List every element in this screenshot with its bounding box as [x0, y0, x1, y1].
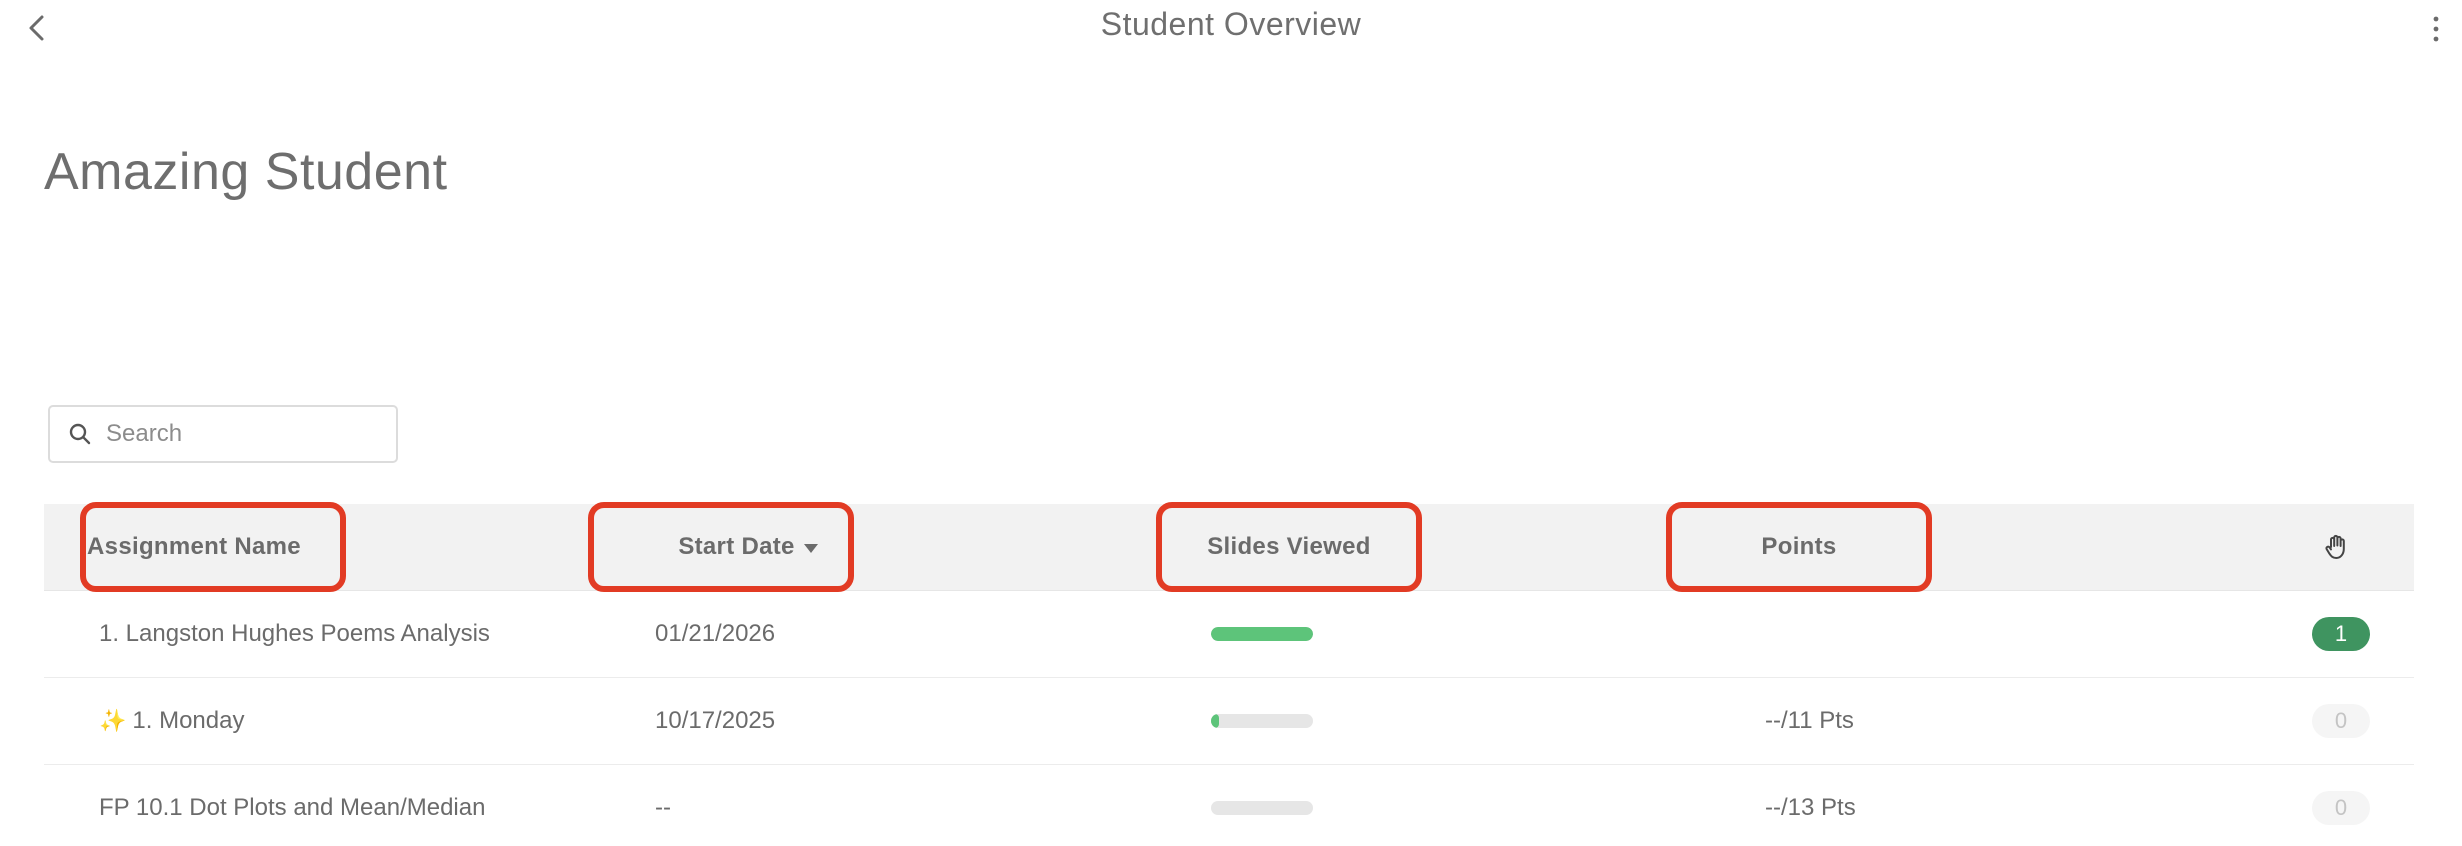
hand-raise-cell: 0	[2312, 765, 2370, 846]
table-row[interactable]: FP 10.1 Dot Plots and Mean/Median -- --/…	[44, 765, 2414, 846]
hand-raise-count-badge[interactable]: 0	[2312, 704, 2370, 738]
slides-viewed-progress-bar	[1211, 714, 1313, 728]
search-input[interactable]	[104, 419, 378, 449]
column-header-label: Points	[1761, 533, 1837, 560]
table-body: 1. Langston Hughes Poems Analysis 01/21/…	[44, 591, 2414, 846]
table-row[interactable]: ✨ 1. Monday 10/17/2025 --/11 Pts 0	[44, 678, 2414, 765]
slides-viewed-progress-bar	[1211, 627, 1313, 641]
slides-viewed-progress-fill	[1211, 714, 1220, 728]
slides-viewed-cell	[1211, 678, 1313, 764]
column-header-label: Assignment Name	[87, 533, 301, 560]
hand-raise-cell: 1	[2312, 591, 2370, 677]
points-cell: --/13 Pts	[1765, 794, 1856, 821]
search-icon	[69, 423, 91, 445]
start-date-cell: --	[655, 794, 671, 821]
table-row[interactable]: 1. Langston Hughes Poems Analysis 01/21/…	[44, 591, 2414, 678]
slides-viewed-cell	[1211, 591, 1313, 677]
column-header-assignment-name[interactable]: Assignment Name	[84, 504, 304, 590]
column-header-points[interactable]: Points	[1666, 504, 1932, 590]
start-date-cell: 10/17/2025	[655, 707, 776, 734]
slides-viewed-progress-fill	[1211, 627, 1313, 641]
more-vertical-icon	[2433, 16, 2439, 42]
column-header-start-date[interactable]: Start Date	[600, 504, 896, 590]
hand-raise-count-badge[interactable]: 1	[2312, 617, 2370, 651]
start-date-cell: 01/21/2026	[655, 620, 776, 647]
student-name-heading: Amazing Student	[44, 143, 448, 201]
column-header-label: Start Date	[678, 533, 795, 560]
assignment-name: 1. Langston Hughes Poems Analysis	[99, 620, 490, 647]
points-cell: --/11 Pts	[1765, 707, 1854, 734]
sparkle-icon: ✨	[99, 708, 127, 733]
page-header-title: Student Overview	[1100, 6, 1362, 42]
slides-viewed-cell	[1211, 765, 1313, 846]
slides-viewed-progress-bar	[1211, 801, 1313, 815]
hand-raise-cell: 0	[2312, 678, 2370, 764]
more-options-button[interactable]	[2426, 12, 2446, 46]
assignment-name-cell: FP 10.1 Dot Plots and Mean/Median	[99, 765, 485, 846]
table-header: Assignment Name Start Date Slides Viewed…	[44, 502, 2414, 592]
student-overview-page: Student Overview Amazing Student Assignm…	[0, 0, 2462, 846]
assignment-name-cell: 1. Langston Hughes Poems Analysis	[99, 591, 490, 677]
assignment-name: 1. Monday	[132, 707, 245, 734]
assignment-name-cell: ✨ 1. Monday	[99, 678, 244, 764]
column-header-slides-viewed[interactable]: Slides Viewed	[1156, 504, 1422, 590]
raised-hand-icon[interactable]	[2322, 533, 2350, 561]
sort-descending-icon	[803, 544, 818, 553]
column-header-label: Slides Viewed	[1207, 533, 1371, 560]
hand-raise-count-badge[interactable]: 0	[2312, 791, 2370, 825]
assignments-table: Assignment Name Start Date Slides Viewed…	[44, 502, 2414, 846]
search-box[interactable]	[48, 405, 398, 463]
assignment-name: FP 10.1 Dot Plots and Mean/Median	[99, 794, 486, 821]
